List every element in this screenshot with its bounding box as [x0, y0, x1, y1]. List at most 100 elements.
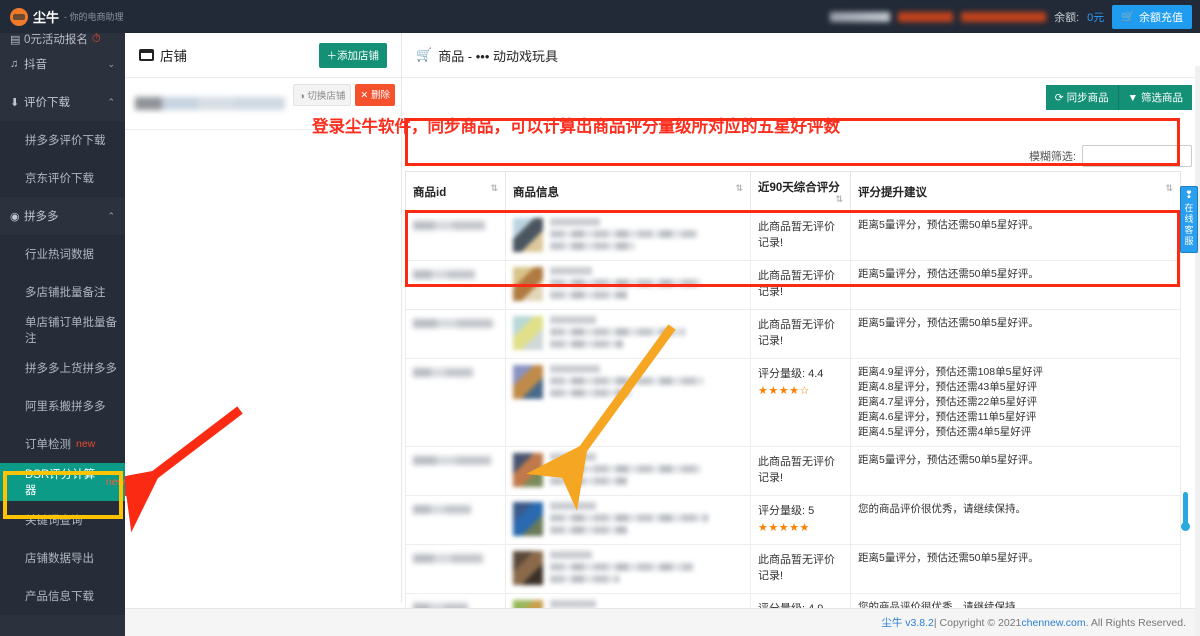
cell-product-info [505, 495, 751, 545]
sidebar-group-label: 拼多多 [24, 211, 59, 223]
product-info-blurred [550, 563, 693, 571]
sidebar-item-jd-review-download[interactable]: 京东评价下载 [0, 159, 125, 197]
sidebar-group-douyin[interactable]: ♫ 抖音 ⌄ [0, 45, 125, 83]
recharge-button[interactable]: 🛒 余额充值 [1112, 4, 1192, 29]
cell-advice: 距离5量评分，预估还需50单5星好评。 [850, 309, 1181, 359]
cell-score: 此商品暂无评价记录! [750, 446, 851, 496]
sidebar-group-review-download[interactable]: ⬇ 评价下载 ⌃ [0, 83, 125, 121]
sidebar-item-keyword-query[interactable]: 关键词查询 [0, 501, 125, 539]
new-badge: new [105, 476, 125, 488]
product-info-blurred [550, 316, 597, 324]
product-info-blurred [550, 328, 686, 336]
column-label: 近90天综合评分 [758, 182, 840, 194]
cell-advice: 距离5量评分，预估还需50单5星好评。 [850, 211, 1181, 261]
page-footer: 尘牛 v3.8.2 | Copyright © 2021 chennew.com… [125, 608, 1200, 636]
brand-name: 尘牛 [33, 10, 60, 25]
footer-link[interactable]: chennew.com [1021, 617, 1085, 629]
cell-product-info [505, 211, 751, 261]
advice-line: 您的商品评价很优秀，请继续保持。 [858, 503, 1026, 515]
column-header-product-id[interactable]: 商品id ⇅ [405, 171, 506, 212]
star-rating: ★★★★☆ [758, 385, 810, 397]
product-info-blurred [550, 575, 620, 583]
chevron-up-icon: ⌃ [107, 210, 115, 221]
sidebar-item-product-info-download[interactable]: 产品信息下载 [0, 577, 125, 615]
switch-store-button[interactable]: ◑ 切换店铺 [292, 84, 352, 106]
sidebar-item-multi-store-batch-note[interactable]: 多店铺批量备注 [0, 273, 125, 311]
sort-icon[interactable]: ⇅ [735, 183, 743, 193]
cell-advice: 距离5量评分，预估还需50单5星好评。 [850, 260, 1181, 310]
cell-product-id [405, 309, 506, 359]
sidebar-item-label: 拼多多上货拼多多 [25, 363, 117, 375]
sidebar-item-industry-hotwords[interactable]: 行业热词数据 [0, 235, 125, 273]
sidebar-item-single-store-batch-note[interactable]: 单店铺订单批量备注 [0, 311, 125, 349]
product-id-blurred [413, 554, 483, 563]
store-panel-header: 店铺 ＋添加店铺 [125, 33, 401, 78]
product-info-blurred [550, 453, 597, 461]
chevron-up-icon: ⌃ [107, 96, 115, 107]
table-row[interactable]: 评分量级: 5 ★★★★★ 您的商品评价很优秀，请继续保持。 [405, 495, 1181, 545]
product-thumbnail [513, 453, 543, 487]
add-store-button[interactable]: ＋添加店铺 [318, 42, 387, 68]
score-text: 此商品暂无评价记录! [758, 554, 835, 582]
sidebar-item-order-check[interactable]: 订单检测 new [0, 425, 125, 463]
score-text: 此商品暂无评价记录! [758, 221, 835, 249]
score-text: 评分量级: 5 [758, 505, 815, 517]
sidebar-item-pdd-to-pdd-upload[interactable]: 拼多多上货拼多多 [0, 349, 125, 387]
plus-icon: ＋ [326, 49, 338, 62]
sidebar-item-label: 行业热词数据 [25, 249, 94, 261]
back-to-top-ball [1181, 522, 1190, 531]
sidebar-submenu-review-download: 拼多多评价下载 京东评价下载 [0, 121, 125, 197]
filter-products-button[interactable]: ▼ 筛选商品 [1117, 85, 1192, 110]
delete-store-label: 删除 [370, 90, 390, 101]
sidebar-item-store-data-export[interactable]: 店铺数据导出 [0, 539, 125, 577]
table-row[interactable]: 评分量级: 4.4 ★★★★☆ 距离4.9星评分，预估还需108单5星好评 距离4.8… [405, 358, 1181, 447]
add-store-label: 添加店铺 [337, 49, 379, 62]
advice-line: 距离4.9星评分，预估还需108单5星好评 [858, 366, 1043, 378]
product-info-blurred [550, 242, 635, 250]
sort-icon[interactable]: ⇅ [490, 183, 498, 193]
table-row[interactable]: 此商品暂无评价记录! 距离5量评分，预估还需50单5星好评。 [405, 446, 1181, 496]
back-to-top-icon[interactable] [1181, 492, 1190, 537]
sidebar-item-label: 京东评价下载 [25, 173, 94, 185]
column-header-score[interactable]: 近90天综合评分 ⇅ [750, 171, 851, 212]
advice-line: 距离4.7星评分，预估还需22单5星好评 [858, 396, 1038, 408]
fuzzy-filter-input[interactable] [1082, 145, 1192, 167]
cs-char-1: 在 [1184, 203, 1194, 213]
sidebar-item-activity-signup[interactable]: ▤ 0元活动报名 ⏱ [0, 33, 125, 45]
advice-line: 距离5量评分，预估还需50单5星好评。 [858, 268, 1039, 280]
table-row[interactable]: 此商品暂无评价记录! 距离5量评分，预估还需50单5星好评。 [405, 544, 1181, 594]
sidebar-submenu-pinduoduo: 行业热词数据 多店铺批量备注 单店铺订单批量备注 拼多多上货拼多多 阿里系搬拼多… [0, 235, 125, 615]
sidebar-item-label: 产品信息下载 [25, 591, 94, 603]
delete-store-button[interactable]: ✕ 删除 [355, 84, 395, 106]
product-panel-header: 🛒 商品 - ••• 动动戏玩具 [402, 33, 1200, 78]
close-icon: ✕ [360, 90, 369, 101]
sidebar-item-dsr-calculator[interactable]: DSR评分计算器 new [0, 463, 125, 501]
cell-product-id [405, 495, 506, 545]
sort-icon[interactable]: ⇅ [1165, 183, 1173, 193]
product-id-blurred [413, 456, 491, 465]
sidebar-item-label: 阿里系搬拼多多 [25, 401, 106, 413]
back-to-top-stem [1183, 492, 1188, 526]
table-row[interactable]: 此商品暂无评价记录! 距离5量评分，预估还需50单5星好评。 [405, 309, 1181, 359]
sync-products-button[interactable]: ⟳ 同步商品 [1045, 85, 1118, 110]
sidebar-group-pinduoduo[interactable]: ◉ 拼多多 ⌃ [0, 197, 125, 235]
online-customer-service-tab[interactable]: ❢ 在 线 客 服 [1180, 186, 1198, 253]
sort-icon[interactable]: ⇅ [835, 195, 843, 204]
product-info-blurred [550, 291, 628, 299]
cs-char-2: 线 [1184, 214, 1194, 224]
sidebar-item-pdd-review-download[interactable]: 拼多多评价下载 [0, 121, 125, 159]
cell-product-info [505, 446, 751, 496]
product-info-blurred [550, 279, 701, 287]
page-scrollbar-track[interactable] [1195, 66, 1200, 636]
sidebar-item-label: 0元活动报名 [24, 34, 88, 45]
product-info-blurred [550, 377, 705, 385]
column-header-advice[interactable]: 评分提升建议 ⇅ [850, 171, 1181, 212]
sidebar-item-alibaba-to-pdd[interactable]: 阿里系搬拼多多 [0, 387, 125, 425]
table-row[interactable]: 此商品暂无评价记录! 距离5量评分，预估还需50单5星好评。 [405, 260, 1181, 310]
table-row[interactable]: 此商品暂无评价记录! 距离5量评分，预估还需50单5星好评。 [405, 211, 1181, 261]
column-header-product-info[interactable]: 商品信息 ⇅ [505, 171, 751, 212]
cs-char-3: 客 [1184, 225, 1194, 235]
chevron-down-icon: ⌄ [107, 58, 115, 69]
cell-score: 评分量级: 4.4 ★★★★☆ [750, 358, 851, 447]
page-title: 店铺 [160, 49, 187, 64]
